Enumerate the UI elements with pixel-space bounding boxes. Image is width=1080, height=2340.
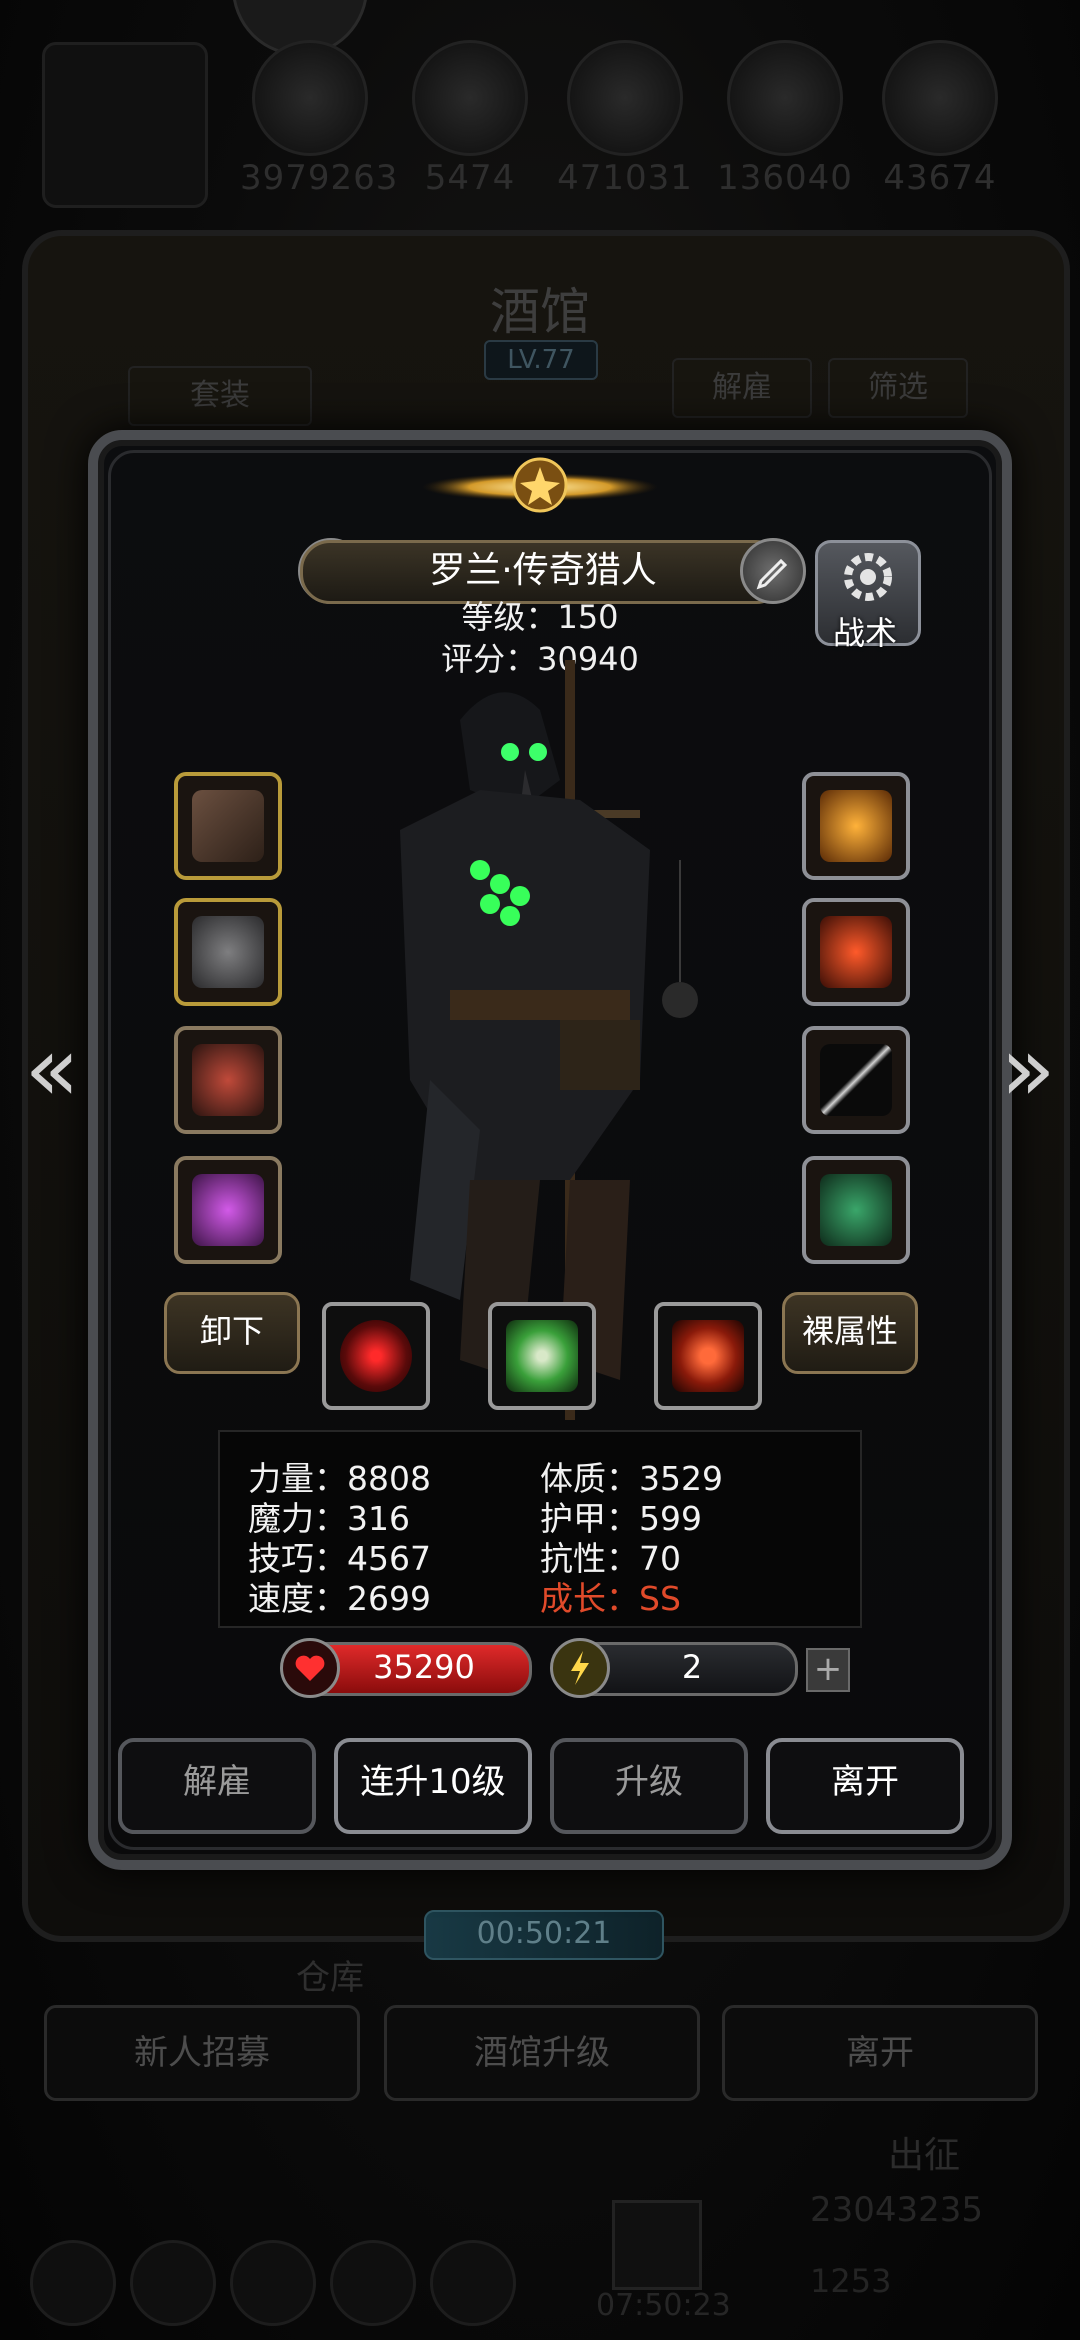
- bottom-count: 23043235: [810, 2190, 984, 2230]
- heal-cross-skill-icon: [672, 1320, 744, 1392]
- menu-icon[interactable]: [430, 2240, 516, 2326]
- dismiss-button[interactable]: 解雇: [118, 1738, 316, 1834]
- resource-value: 471031: [557, 158, 693, 198]
- resource-food: 5474: [400, 40, 540, 198]
- sun-emblem-icon: [422, 457, 658, 513]
- equip-slot-staff[interactable]: [802, 1026, 910, 1134]
- stat-speed: 速度：2699: [248, 1579, 431, 1618]
- resource-iron: 471031: [555, 40, 695, 198]
- warehouse-label[interactable]: 仓库: [296, 1950, 364, 1999]
- level-up-10-button[interactable]: 连升10级: [334, 1738, 532, 1834]
- fire-rune-icon: [820, 790, 892, 862]
- equip-slot-rune-fire[interactable]: [802, 772, 910, 880]
- hero-level: 等级：150: [461, 598, 619, 636]
- equip-slot-accessory[interactable]: [174, 1026, 282, 1134]
- stone-icon: [882, 40, 998, 156]
- helmet-icon: [192, 1174, 264, 1246]
- crystal-icon: [727, 40, 843, 156]
- flame-icon: [820, 916, 892, 988]
- equip-slot-jade[interactable]: [802, 1156, 910, 1264]
- menu-icon[interactable]: [130, 2240, 216, 2326]
- gear-icon: [844, 553, 892, 601]
- prev-hero-arrow[interactable]: «: [12, 1020, 92, 1120]
- equip-slot-rune-flame[interactable]: [802, 898, 910, 1006]
- add-energy-button[interactable]: +: [806, 1648, 850, 1692]
- next-hero-arrow[interactable]: »: [988, 1020, 1068, 1120]
- chest-icon[interactable]: [612, 2200, 702, 2290]
- tab-set[interactable]: 套装: [128, 366, 312, 426]
- iron-icon: [567, 40, 683, 156]
- timer-text: 00:50:21: [476, 1916, 612, 1951]
- bottom-count-2: 1253: [810, 2262, 892, 2300]
- crosshair-skill-icon: [340, 1320, 412, 1392]
- energy-value: 2: [681, 1648, 703, 1686]
- tavern-upgrade-button[interactable]: 酒馆升级: [384, 2005, 700, 2101]
- skill-slot-2[interactable]: [488, 1302, 596, 1410]
- resource-value: 5474: [424, 158, 516, 198]
- tab-dismiss[interactable]: 解雇: [672, 358, 812, 418]
- player-avatar[interactable]: [42, 42, 208, 208]
- heart-icon: [280, 1638, 340, 1698]
- revolver-icon: [192, 790, 264, 862]
- tavern-title: 酒馆: [490, 283, 590, 341]
- resource-stone: 43674: [870, 40, 1010, 198]
- resource-value: 43674: [883, 158, 997, 198]
- resource-value: 136040: [717, 158, 853, 198]
- resource-crystal: 136040: [715, 40, 855, 198]
- resource-value: 3979263: [240, 158, 399, 198]
- hp-value: 35290: [373, 1648, 475, 1686]
- skill-slot-3[interactable]: [654, 1302, 762, 1410]
- equip-slot-weapon[interactable]: [174, 772, 282, 880]
- unequip-button[interactable]: 卸下: [164, 1292, 300, 1374]
- dragon-jade-icon: [820, 1174, 892, 1246]
- tavern-leave-button[interactable]: 离开: [722, 2005, 1038, 2101]
- skill-slot-1[interactable]: [322, 1302, 430, 1410]
- menu-icon[interactable]: [230, 2240, 316, 2326]
- level-up-button[interactable]: 升级: [550, 1738, 748, 1834]
- skull-skill-icon: [506, 1320, 578, 1392]
- equip-slot-armor[interactable]: [174, 898, 282, 1006]
- bracelet-icon: [192, 1044, 264, 1116]
- menu-icon[interactable]: [30, 2240, 116, 2326]
- expedition-label[interactable]: 出征: [888, 2126, 960, 2178]
- staff-icon: [820, 1044, 892, 1116]
- tab-filter[interactable]: 筛选: [828, 358, 968, 418]
- tavern-timer: 00:50:21: [424, 1910, 664, 1960]
- menu-icon[interactable]: [330, 2240, 416, 2326]
- recruit-button[interactable]: 新人招募: [44, 2005, 360, 2101]
- tavern-level: LV.77: [484, 340, 598, 380]
- stat-growth: 成长：SS: [540, 1579, 681, 1618]
- gold-coin-icon: [252, 40, 368, 156]
- bottom-timer: 07:50:23: [596, 2288, 731, 2323]
- base-attributes-button[interactable]: 裸属性: [782, 1292, 918, 1374]
- leave-button[interactable]: 离开: [766, 1738, 964, 1834]
- resource-gold: 3979263: [240, 40, 397, 198]
- armor-icon: [192, 916, 264, 988]
- equip-slot-helmet[interactable]: [174, 1156, 282, 1264]
- bread-icon: [412, 40, 528, 156]
- tactics-label: 战术: [832, 614, 897, 652]
